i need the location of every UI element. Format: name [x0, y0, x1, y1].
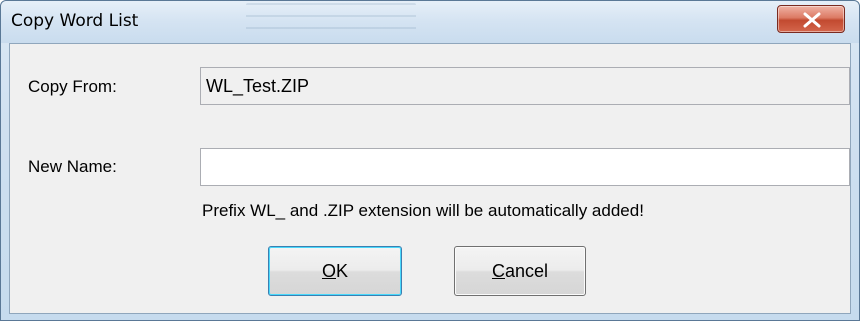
- dialog-client-area: Copy From: WL_Test.ZIP New Name: Prefix …: [9, 43, 851, 314]
- cancel-mnemonic: C: [491, 261, 505, 281]
- title-bar[interactable]: Copy Word List: [1, 1, 859, 43]
- new-name-input[interactable]: [200, 148, 850, 186]
- ok-button[interactable]: OK: [268, 246, 402, 296]
- ok-mnemonic: O: [321, 261, 336, 281]
- ok-label-rest: K: [336, 261, 349, 281]
- copy-from-label: Copy From:: [28, 77, 117, 96]
- close-icon: [803, 12, 821, 28]
- cancel-button[interactable]: Cancel: [454, 246, 586, 296]
- new-name-label: New Name:: [28, 157, 117, 176]
- cancel-label-rest: ancel: [504, 261, 549, 281]
- window-title: Copy Word List: [11, 11, 139, 31]
- background-window-ghost: [246, 3, 416, 39]
- close-button[interactable]: [777, 5, 845, 33]
- extension-hint-text: Prefix WL_ and .ZIP extension will be au…: [202, 201, 644, 220]
- copy-from-field: WL_Test.ZIP: [200, 67, 850, 105]
- dialog-window: Copy Word List Copy From: WL_Test.ZIP Ne…: [0, 0, 860, 321]
